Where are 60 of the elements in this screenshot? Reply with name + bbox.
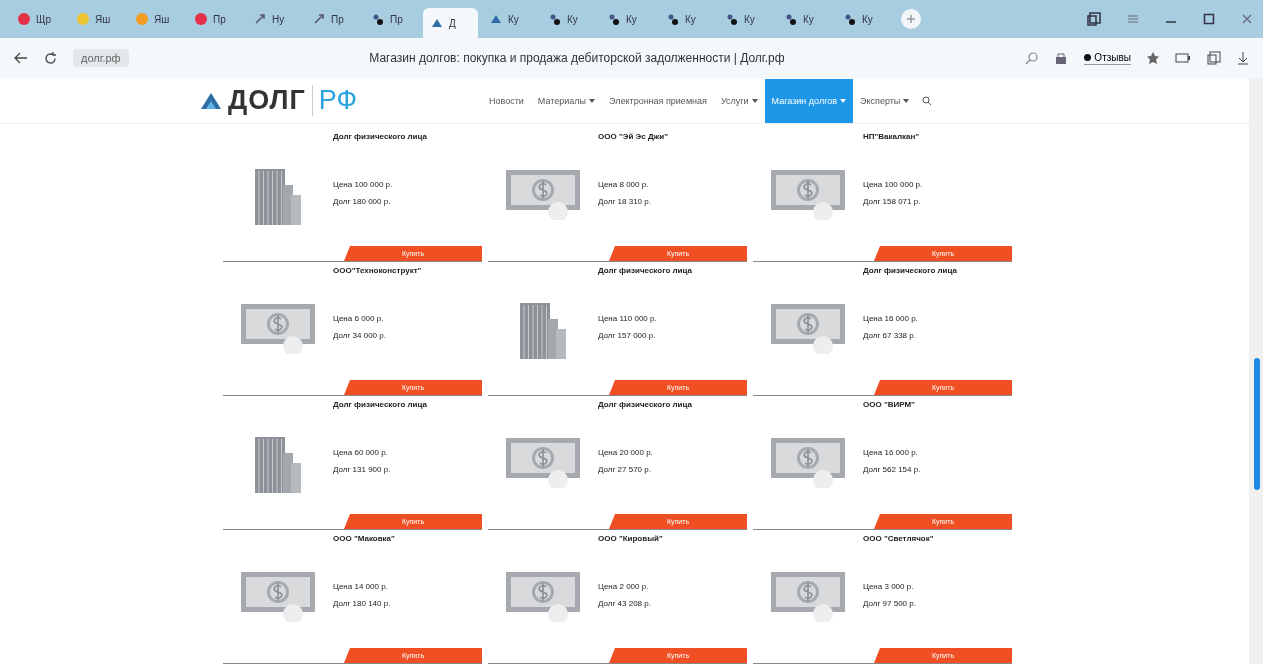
browser-tab[interactable]: Ку — [482, 4, 537, 34]
nav-link[interactable]: Материалы — [530, 78, 603, 123]
lot-price: Цена 14 000 р. — [333, 582, 389, 591]
lot-title: ООО "ВИРМ" — [863, 400, 916, 411]
lot-debt: Долг 27 570 р. — [598, 465, 652, 474]
lot-debt: Долг 34 000 р. — [333, 331, 387, 340]
browser-tab[interactable]: Ку — [836, 4, 891, 34]
browser-tab[interactable]: Пр — [187, 4, 242, 34]
lot-price: Цена 3 000 р. — [863, 582, 915, 591]
lot-debt: Долг 67 338 р. — [863, 331, 917, 340]
lot-title: Долг физического лица — [333, 400, 428, 411]
browser-tab[interactable]: Ку — [659, 4, 714, 34]
browser-tab[interactable]: Ку — [541, 4, 596, 34]
browser-tab[interactable]: Ку — [777, 4, 832, 34]
reviews-button[interactable]: Отзывы — [1084, 51, 1131, 65]
lot-title: ООО "Эй Эс Джи" — [598, 132, 669, 143]
lot-price: Цена 2 000 р. — [598, 582, 650, 591]
lot-price: Цена 110 000 р. — [598, 314, 658, 323]
page-title: Магазин долгов: покупка и продажа дебиторской задолженности | Долг.рф — [368, 51, 786, 65]
lot-title: Долг физического лица — [598, 266, 693, 277]
lot-price: Цена 16 000 р. — [863, 448, 919, 457]
browser-tab[interactable]: Ну — [246, 4, 301, 34]
lot-debt: Долг 180 140 р. — [333, 599, 392, 608]
lot-title: ООО "Светлячок" — [863, 534, 935, 545]
lot-price: Цена 100 000 р. — [863, 180, 924, 189]
browser-tab[interactable]: Яш — [128, 4, 183, 34]
lot-title: НП"Вакалкан" — [863, 132, 921, 143]
lot-debt: Долг 43 208 р. — [598, 599, 652, 608]
nav-link[interactable]: Новости — [482, 78, 531, 123]
lot-debt: Долг 180 000 р. — [333, 197, 392, 206]
lot-debt: Долг 158 071 р. — [863, 197, 922, 206]
nav-link[interactable]: Эксперты — [853, 78, 917, 123]
nav-link[interactable]: Услуги — [713, 78, 765, 123]
lot-price: Цена 16 000 р. — [863, 314, 919, 323]
lot-title: ООО "Маковка" — [333, 534, 396, 545]
browser-tab[interactable]: Пр — [364, 4, 419, 34]
lot-debt: Долг 157 000 р. — [598, 331, 657, 340]
lot-debt: Долг 97 500 р. — [863, 599, 917, 608]
lot-price: Цена 6 000 р. — [333, 314, 385, 323]
site-logo[interactable]: ДОЛГ РФ — [200, 85, 482, 116]
lot-price: Цена 8 000 р. — [598, 180, 650, 189]
browser-tab[interactable]: Щр — [10, 4, 65, 34]
lot-debt: Долг 562 154 р. — [863, 465, 922, 474]
browser-tab[interactable]: Ку — [718, 4, 773, 34]
lot-price: Цена 60 000 р. — [333, 448, 389, 457]
lot-title: Долг физического лица — [598, 400, 693, 411]
lot-title: ООО "Кировый" — [598, 534, 664, 545]
browser-tab[interactable]: Яш — [69, 4, 124, 34]
lot-title: Долг физического лица — [333, 132, 428, 143]
address-field[interactable]: долг.рф — [73, 49, 129, 67]
lot-debt: Долг 131 900 р. — [333, 465, 392, 474]
lot-title: ООО"Техноконструкт" — [333, 266, 423, 277]
nav-link[interactable]: Электронная приемная — [602, 78, 714, 123]
lot-debt: Долг 18 310 р. — [598, 197, 652, 206]
browser-tab[interactable]: Ку — [600, 4, 655, 34]
browser-tab[interactable]: Д — [423, 8, 478, 38]
browser-tab[interactable]: Пр — [305, 4, 360, 34]
lot-price: Цена 100 000 р. — [333, 180, 394, 189]
lot-price: Цена 20 000 р. — [598, 448, 654, 457]
lot-title: Долг физического лица — [863, 266, 958, 277]
